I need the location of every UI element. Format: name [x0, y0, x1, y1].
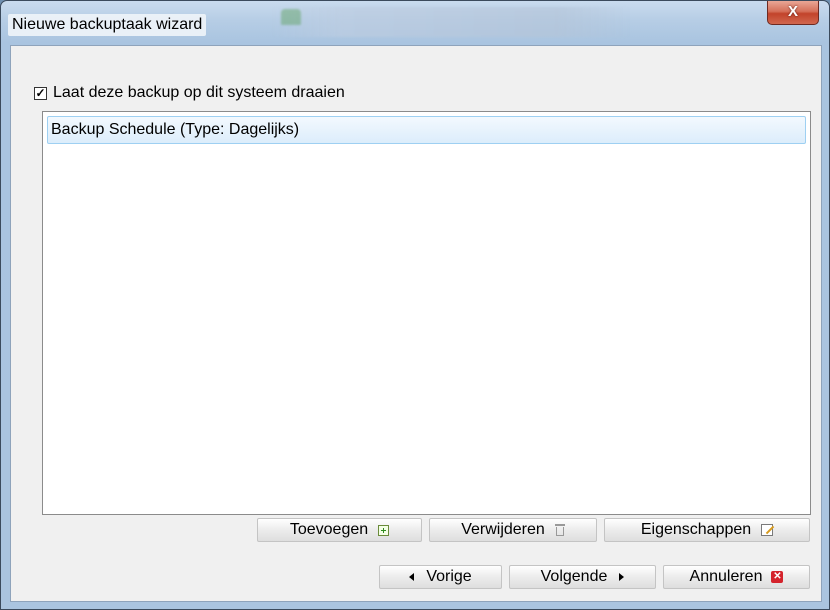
- add-button[interactable]: Toevoegen: [257, 518, 422, 542]
- remove-button[interactable]: Verwijderen: [429, 518, 597, 542]
- run-on-system-checkbox[interactable]: ✓: [34, 86, 47, 100]
- back-button-label: Vorige: [426, 568, 472, 585]
- add-icon: [378, 524, 390, 536]
- arrow-right-icon: [619, 573, 625, 581]
- run-on-system-option[interactable]: ✓ Laat deze backup op dit systeem draaie…: [34, 84, 345, 102]
- app-icon: [281, 9, 301, 25]
- properties-button[interactable]: Eigenschappen: [604, 518, 810, 542]
- background-window-ghost: [271, 7, 631, 37]
- schedule-list-item[interactable]: Backup Schedule (Type: Dagelijks): [47, 116, 806, 144]
- trash-icon: [554, 524, 565, 536]
- wizard-window: Nieuwe backuptaak wizard X ✓ Laat deze b…: [0, 0, 830, 610]
- cancel-button[interactable]: Annuleren ✕: [663, 565, 810, 589]
- schedule-list[interactable]: Backup Schedule (Type: Dagelijks): [42, 111, 811, 515]
- next-button-label: Volgende: [540, 568, 608, 585]
- edit-icon: [761, 524, 774, 536]
- remove-button-label: Verwijderen: [461, 521, 545, 538]
- close-button[interactable]: X: [767, 1, 819, 25]
- run-on-system-label: Laat deze backup op dit systeem draaien: [53, 84, 345, 101]
- title-bar[interactable]: Nieuwe backuptaak wizard X: [1, 1, 829, 45]
- back-button[interactable]: Vorige: [379, 565, 502, 589]
- next-button[interactable]: Volgende: [509, 565, 656, 589]
- cancel-button-label: Annuleren: [689, 568, 763, 585]
- window-title: Nieuwe backuptaak wizard: [8, 14, 207, 36]
- arrow-left-icon: [409, 573, 415, 581]
- properties-button-label: Eigenschappen: [640, 521, 752, 538]
- cancel-icon: ✕: [771, 571, 784, 583]
- add-button-label: Toevoegen: [289, 521, 369, 538]
